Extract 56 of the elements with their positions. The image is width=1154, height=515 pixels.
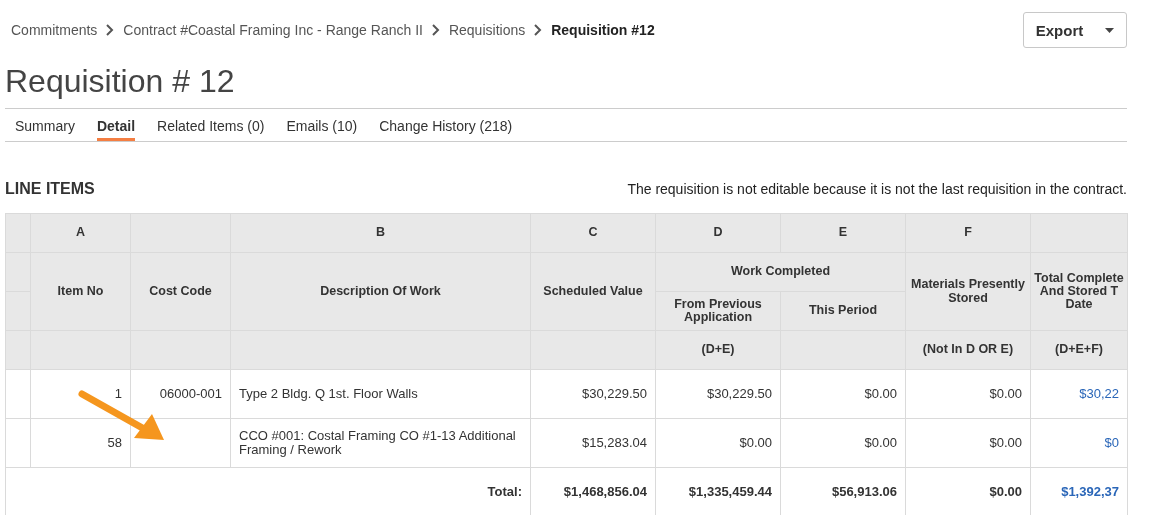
breadcrumb-link[interactable]: Requisitions (448, 22, 526, 38)
column-header: Materials Presently Stored (905, 252, 1031, 331)
table-cell: $0.00 (655, 418, 781, 468)
column-letter: D (655, 213, 781, 253)
column-letter: F (905, 213, 1031, 253)
export-button[interactable]: Export (1023, 12, 1127, 48)
table-cell (5, 369, 31, 419)
breadcrumb-link[interactable]: Commitments (11, 22, 98, 38)
column-letter: E (780, 213, 906, 253)
tab[interactable]: Summary (15, 109, 75, 141)
amount-link[interactable]: $30,22 (1030, 369, 1128, 419)
breadcrumb-link[interactable]: Requisition #12 (551, 22, 655, 38)
table-cell: $0.00 (780, 369, 906, 419)
header-cell (5, 252, 31, 292)
table-cell: $30,229.50 (655, 369, 781, 419)
table-cell: $0.00 (905, 369, 1031, 419)
table-cell: $15,283.04 (530, 418, 656, 468)
column-letter: B (230, 213, 531, 253)
column-header: Item No (30, 252, 131, 331)
chevron-right-icon (430, 24, 441, 36)
column-header: This Period (780, 291, 906, 331)
table-cell: CCO #001: Costal Framing CO #1-13 Additional Framing / Rework (230, 418, 531, 468)
chevron-right-icon (105, 24, 116, 36)
column-group-header: Work Completed (655, 252, 906, 292)
breadcrumb-link[interactable]: Contract #Coastal Framing Inc - Range Ranch II (123, 22, 423, 38)
chevron-right-icon (533, 24, 544, 36)
header-cell (5, 213, 31, 253)
table-cell: 1 (30, 369, 131, 419)
header-cell (5, 330, 31, 370)
caret-icon (1105, 27, 1115, 33)
notice-text: The requisition is not editable because it is not the last requisition in the contract. (627, 181, 1127, 197)
column-header: Total Complete And Stored T Date (1030, 252, 1128, 331)
table-cell: $30,229.50 (530, 369, 656, 419)
column-header: From Previous Application (655, 291, 781, 331)
tab[interactable]: Change History (218) (379, 109, 513, 141)
tab[interactable]: Detail (96, 109, 136, 141)
table-cell (5, 418, 31, 468)
column-header: Description Of Work (230, 252, 531, 331)
table-cell: Type 2 Bldg. Q 1st. Floor Walls (230, 369, 531, 419)
column-header: Scheduled Value (530, 252, 656, 331)
tab[interactable]: Emails (10) (286, 109, 358, 141)
page-title: Requisition # 12 (5, 62, 236, 101)
formula-header: (D+E+F) (1030, 330, 1128, 370)
tab[interactable]: Related Items (0) (157, 109, 265, 141)
header-cell (5, 291, 31, 331)
total-label: Total: (5, 467, 531, 515)
table-cell: $0.00 (780, 418, 906, 468)
formula-header: (Not In D OR E) (905, 330, 1031, 370)
section-title: LINE ITEMS (5, 180, 95, 198)
formula-header: (D+E) (655, 330, 781, 370)
column-letter: A (30, 213, 131, 253)
table-cell: 06000-001 (130, 369, 231, 419)
table-cell: $0.00 (905, 418, 1031, 468)
column-letter: C (530, 213, 656, 253)
amount-link[interactable]: $0 (1030, 418, 1128, 468)
column-header: Cost Code (130, 252, 231, 331)
